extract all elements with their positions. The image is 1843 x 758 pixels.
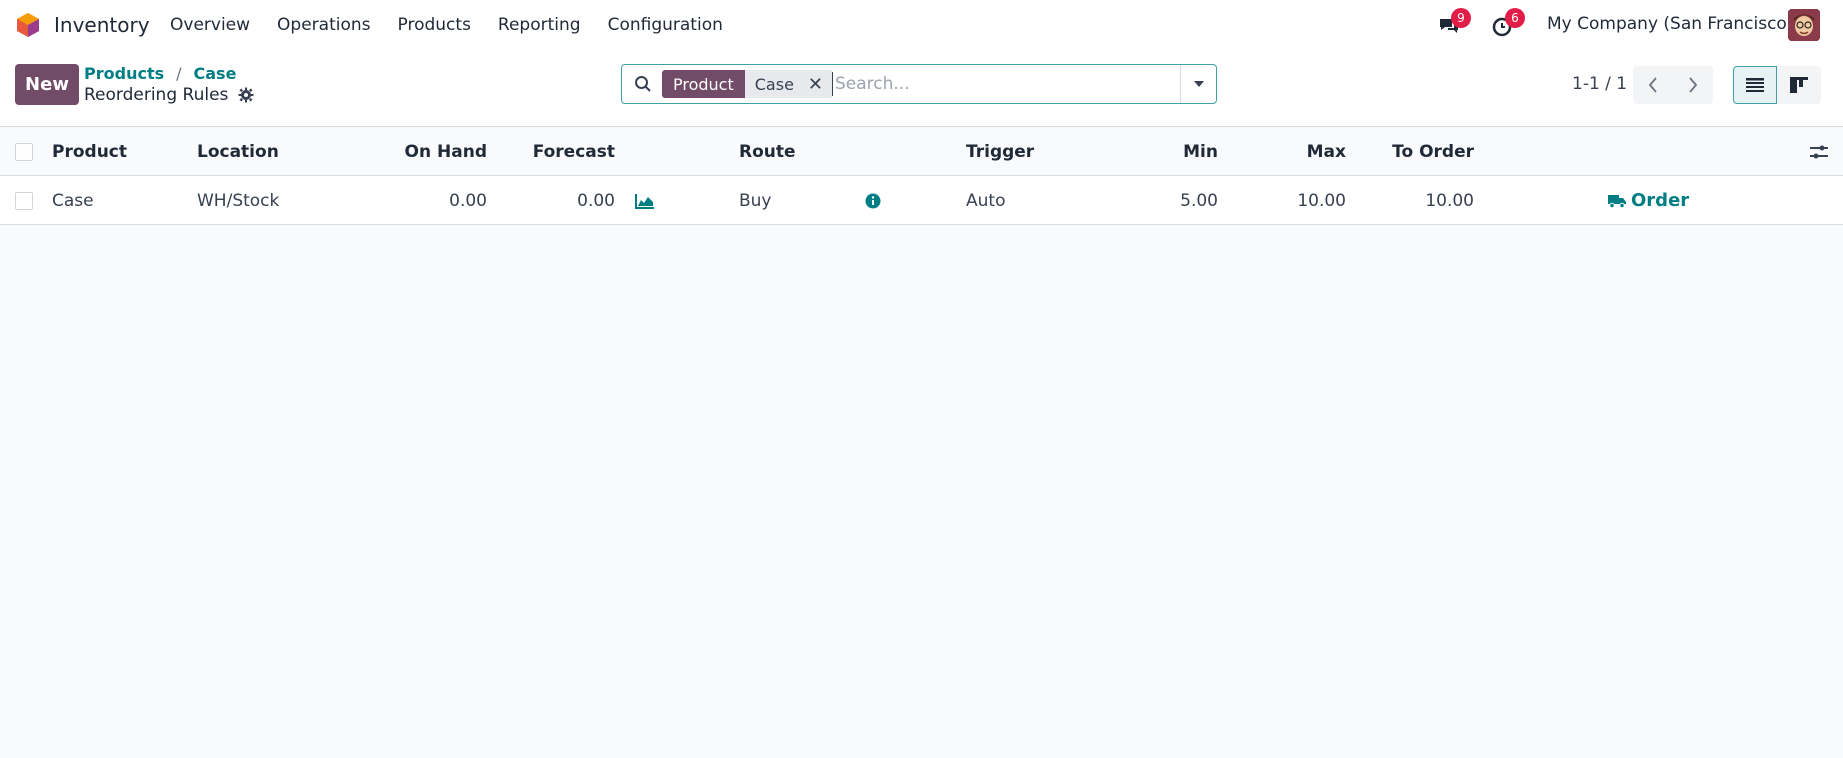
kanban-view-button[interactable] <box>1777 66 1821 104</box>
cell-to-order[interactable]: 10.00 <box>1360 176 1474 225</box>
new-button[interactable]: New <box>15 64 79 105</box>
order-button-label: Order <box>1631 190 1690 211</box>
search-input[interactable] <box>832 72 1182 96</box>
forecast-graph-button[interactable] <box>635 176 655 225</box>
messages-count-badge: 9 <box>1451 8 1471 28</box>
header-route[interactable]: Route <box>739 127 796 176</box>
list-icon <box>1746 78 1764 92</box>
info-icon <box>865 193 881 208</box>
table-header-row: Product Location On Hand Forecast Route … <box>0 127 1843 176</box>
header-trigger[interactable]: Trigger <box>966 127 1034 176</box>
main-menu: Overview Operations Products Reporting C… <box>170 0 750 50</box>
row-checkbox[interactable] <box>15 192 33 210</box>
menu-item-reporting[interactable]: Reporting <box>498 15 581 35</box>
header-to-order[interactable]: To Order <box>1360 127 1474 176</box>
breadcrumb-case[interactable]: Case <box>194 64 237 83</box>
header-forecast[interactable]: Forecast <box>500 127 615 176</box>
user-avatar[interactable] <box>1788 9 1820 41</box>
header-on-hand[interactable]: On Hand <box>380 127 487 176</box>
avatar-face-icon <box>1788 9 1820 41</box>
area-chart-icon <box>635 193 654 209</box>
kanban-icon <box>1790 77 1808 93</box>
facet-value: Case <box>754 74 794 94</box>
messages-button[interactable]: 9 <box>1437 8 1471 38</box>
sliders-icon <box>1810 145 1828 158</box>
page-title-wrap: Reordering Rules <box>84 85 254 105</box>
menu-item-overview[interactable]: Overview <box>170 15 250 35</box>
select-all-checkbox[interactable] <box>15 143 33 161</box>
chevron-left-icon <box>1648 77 1657 93</box>
activities-count-badge: 6 <box>1505 8 1525 28</box>
inventory-app-icon[interactable] <box>15 12 41 38</box>
facet-value-wrap: Case ✕ <box>744 70 833 98</box>
pager-value[interactable]: 1-1 / 1 <box>1572 74 1627 94</box>
facet-label: Product <box>662 70 745 98</box>
header-product[interactable]: Product <box>52 127 127 176</box>
caret-down-icon <box>1193 81 1204 87</box>
menu-item-configuration[interactable]: Configuration <box>608 15 723 35</box>
table-row[interactable]: Case WH/Stock 0.00 0.00 Buy Auto 5.00 10… <box>0 176 1843 225</box>
activities-button[interactable]: 6 <box>1491 8 1525 38</box>
control-panel: New Products / Case Reordering Rules Pro… <box>0 50 1843 127</box>
breadcrumb-separator: / <box>176 64 182 83</box>
chevron-right-icon <box>1689 77 1698 93</box>
cell-max[interactable]: 10.00 <box>1230 176 1346 225</box>
cell-location[interactable]: WH/Stock <box>197 176 279 225</box>
cell-min[interactable]: 5.00 <box>1100 176 1218 225</box>
search-options-toggle[interactable] <box>1180 65 1216 103</box>
search-facet: Product Case ✕ <box>662 70 833 98</box>
cell-on-hand: 0.00 <box>449 190 487 211</box>
optional-columns-toggle[interactable] <box>1810 127 1828 176</box>
cell-forecast: 0.00 <box>577 190 615 211</box>
header-min[interactable]: Min <box>1100 127 1218 176</box>
close-icon[interactable]: ✕ <box>808 74 823 95</box>
search-icon[interactable] <box>634 75 652 93</box>
menu-item-products[interactable]: Products <box>398 15 471 35</box>
breadcrumb-products[interactable]: Products <box>84 64 164 83</box>
top-navbar: Inventory Overview Operations Products R… <box>0 0 1843 50</box>
route-info-button[interactable] <box>865 176 881 225</box>
cell-route[interactable]: Buy <box>739 176 772 225</box>
page-title: Reordering Rules <box>84 85 229 105</box>
company-switcher[interactable]: My Company (San Francisco) <box>1547 14 1793 34</box>
truck-icon <box>1608 194 1626 208</box>
cell-product[interactable]: Case <box>52 176 94 225</box>
breadcrumb: Products / Case <box>84 64 236 83</box>
pager-previous-button[interactable] <box>1633 66 1673 104</box>
order-once-button[interactable]: Order <box>1608 176 1689 225</box>
reordering-rules-table: Product Location On Hand Forecast Route … <box>0 127 1843 225</box>
header-max[interactable]: Max <box>1230 127 1346 176</box>
header-location[interactable]: Location <box>197 127 279 176</box>
cell-trigger[interactable]: Auto <box>966 176 1005 225</box>
menu-item-operations[interactable]: Operations <box>277 15 370 35</box>
list-view-button[interactable] <box>1733 66 1777 104</box>
app-name[interactable]: Inventory <box>54 13 150 37</box>
gear-icon[interactable] <box>238 87 254 103</box>
pager-next-button[interactable] <box>1673 66 1713 104</box>
search-bar: Product Case ✕ <box>621 64 1217 104</box>
